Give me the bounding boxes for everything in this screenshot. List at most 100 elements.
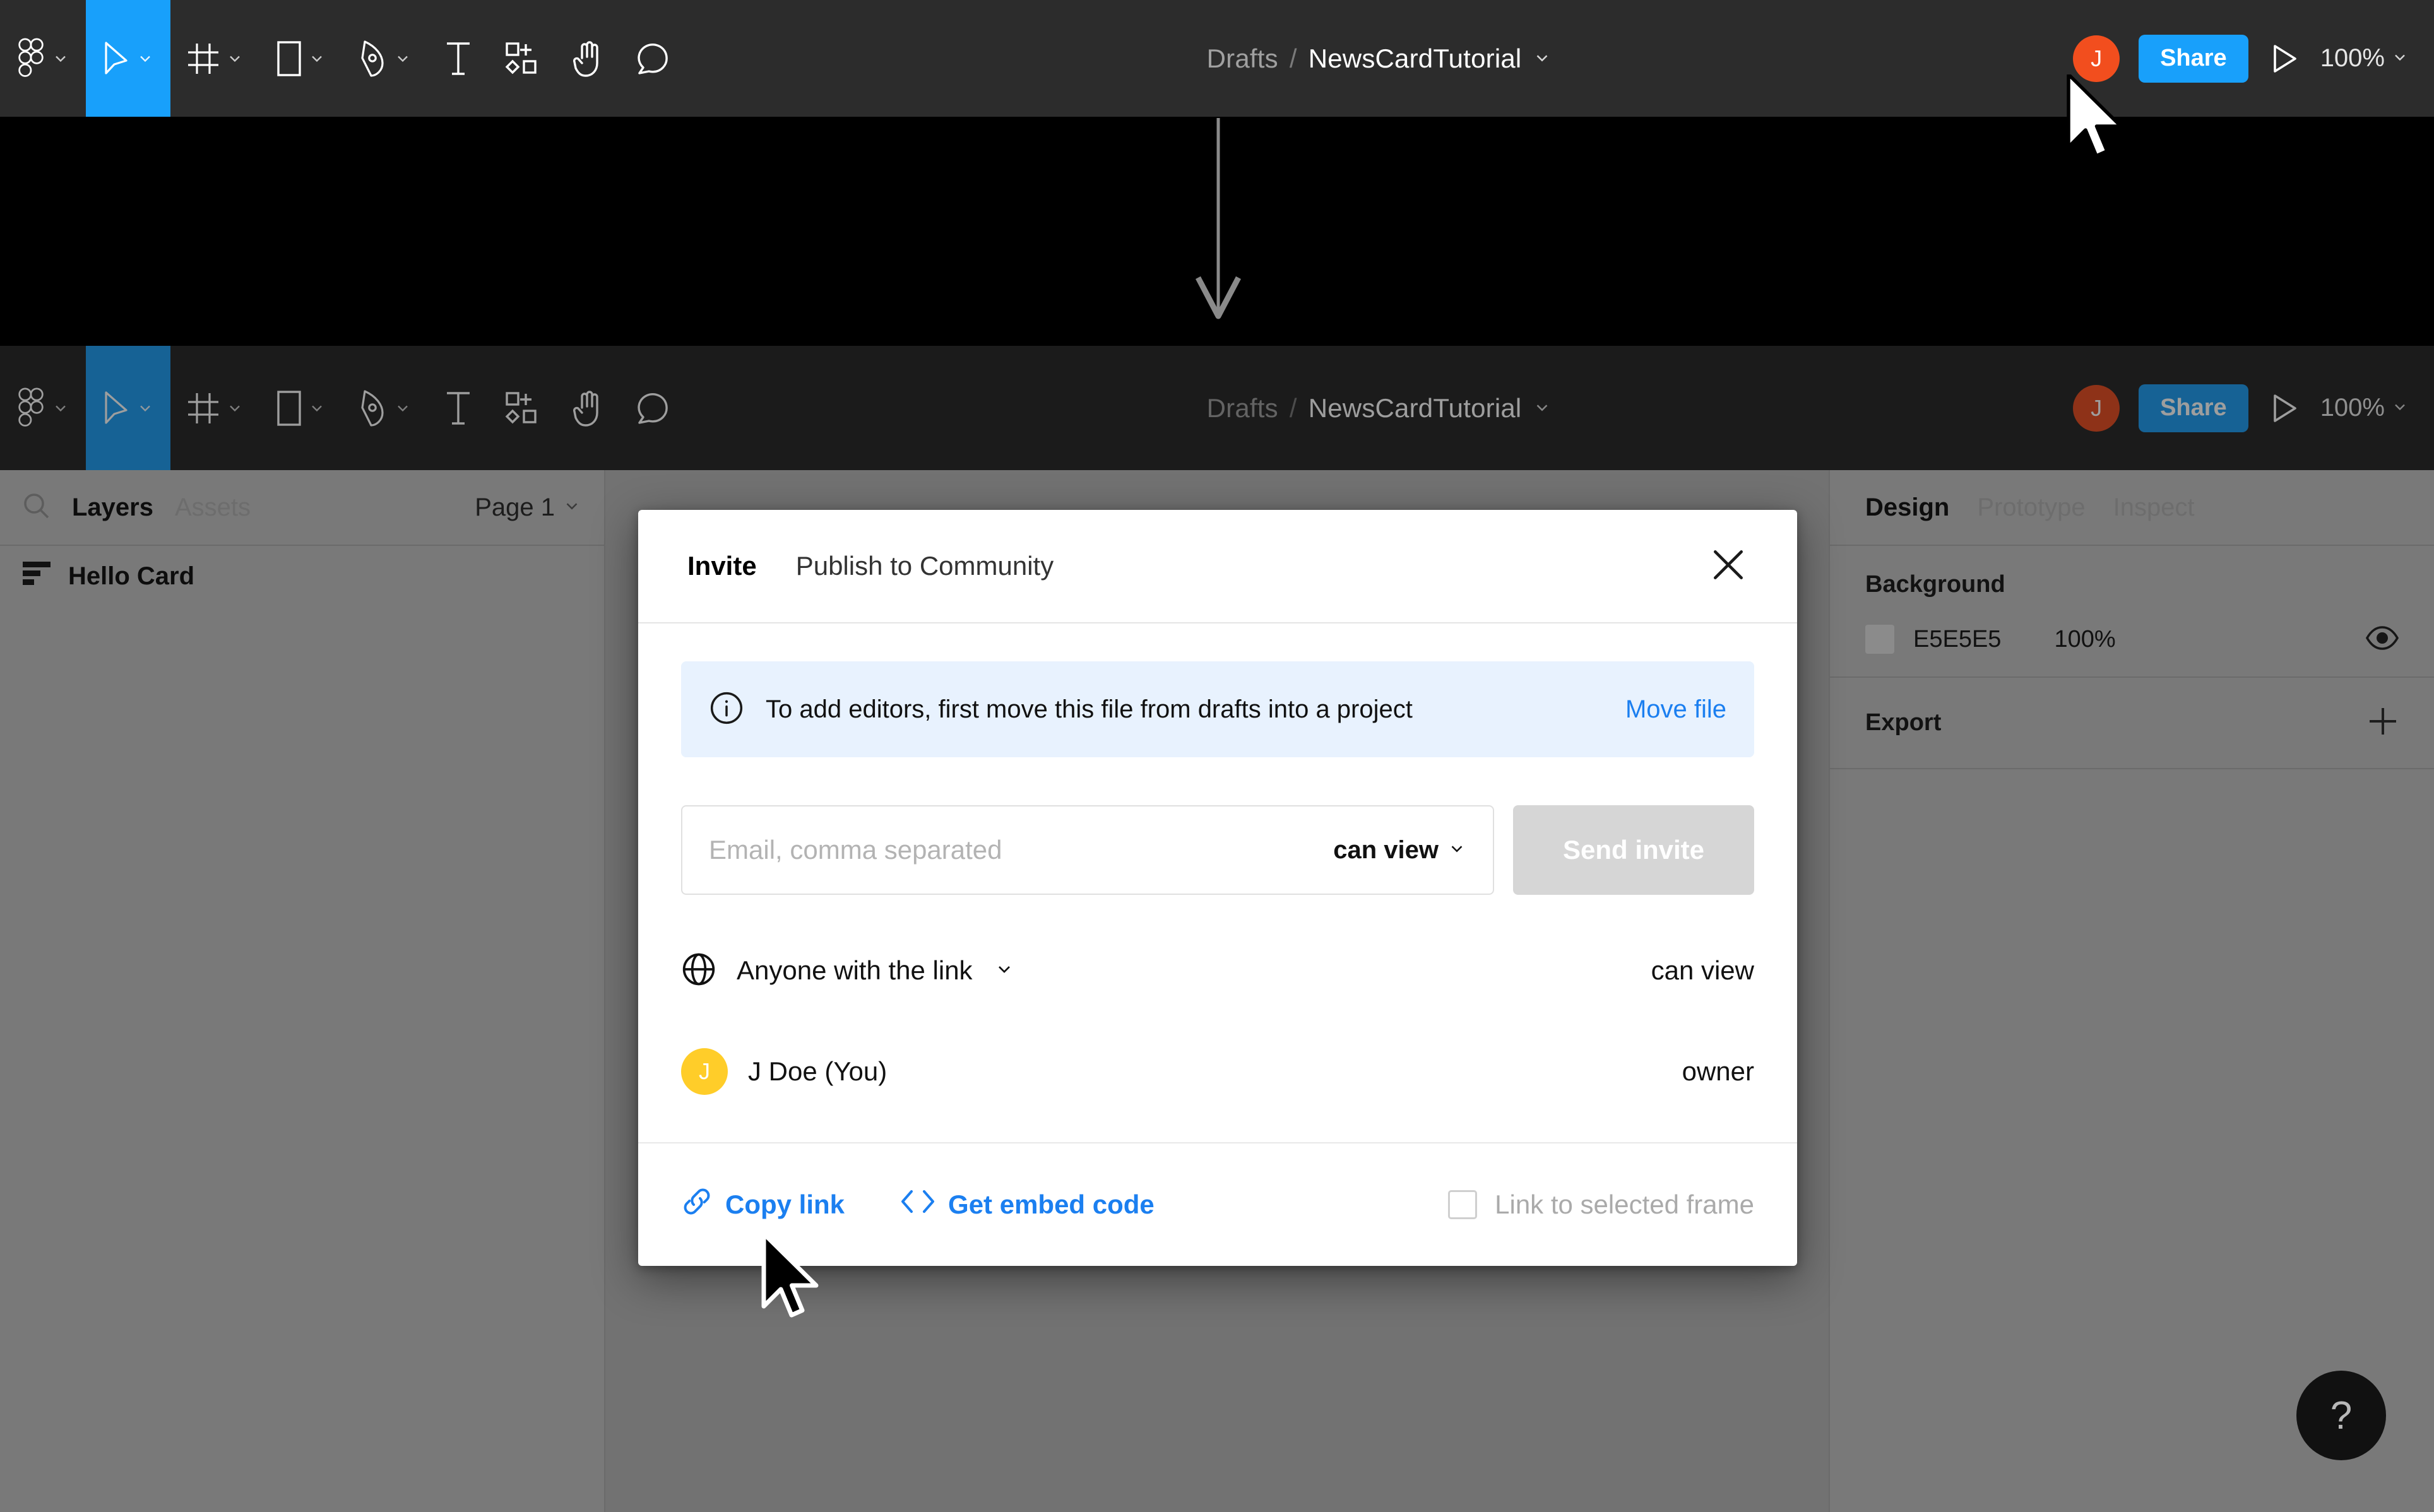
toolbar2-resources-button[interactable]	[489, 346, 555, 470]
share-button[interactable]: Share	[2139, 384, 2248, 432]
toolbar2-move-tool-button[interactable]	[86, 346, 170, 470]
toolbar2-frame-tool-button[interactable]	[170, 346, 260, 470]
present-play-icon[interactable]	[2267, 393, 2301, 423]
notice-text: To add editors, first move this file fro…	[766, 695, 1413, 723]
share-dialog-footer: Copy link Get embed code Link to selecte…	[638, 1142, 1797, 1266]
chevron-down-icon	[52, 50, 69, 68]
chevron-down-icon	[308, 399, 326, 417]
components-plugins-icon	[505, 391, 539, 425]
file-menu-chevron-down-icon[interactable]	[1533, 393, 1552, 423]
search-icon[interactable]	[23, 492, 50, 523]
text-tool-icon	[444, 41, 472, 76]
tab-publish-to-community[interactable]: Publish to Community	[796, 551, 1054, 581]
chevron-down-icon	[394, 50, 412, 68]
tab-invite[interactable]: Invite	[687, 551, 757, 581]
file-menu-chevron-down-icon[interactable]	[1533, 44, 1552, 74]
breadcrumb-project[interactable]: Drafts	[1207, 393, 1278, 423]
toolbar-resources-button[interactable]	[489, 0, 555, 117]
toolbar2-shape-tool-button[interactable]	[260, 346, 342, 470]
owner-permission-label: owner	[1682, 1056, 1754, 1086]
export-section: Export	[1830, 678, 2434, 769]
present-play-icon[interactable]	[2267, 44, 2301, 74]
toolbar-pen-tool-button[interactable]	[342, 0, 428, 117]
code-brackets-icon	[900, 1188, 935, 1222]
background-fill-row: E5E5E5 100%	[1865, 625, 2399, 654]
background-hex-value[interactable]: E5E5E5	[1913, 626, 2001, 653]
email-input-wrapper[interactable]: Email, comma separated can view	[681, 805, 1494, 895]
rectangle-shape-icon	[276, 390, 302, 427]
tab-prototype[interactable]: Prototype	[1977, 493, 2085, 522]
checkbox[interactable]	[1448, 1190, 1478, 1219]
link-access-label: Anyone with the link	[737, 955, 973, 985]
link-to-selected-frame-label: Link to selected frame	[1495, 1190, 1754, 1219]
breadcrumb-project[interactable]: Drafts	[1207, 44, 1278, 74]
right-panel-header: Design Prototype Inspect	[1830, 470, 2434, 546]
page-selector-label: Page 1	[475, 493, 555, 521]
toolbar-move-tool-button[interactable]	[86, 0, 170, 117]
copy-link-button[interactable]: Copy link	[681, 1186, 845, 1224]
tab-layers[interactable]: Layers	[72, 493, 153, 522]
invite-row: Email, comma separated can view Send inv…	[681, 805, 1754, 895]
access-row-link[interactable]: Anyone with the link can view	[681, 920, 1754, 1021]
info-icon	[709, 690, 744, 729]
add-export-plus-icon[interactable]	[2367, 706, 2399, 740]
chevron-down-icon	[136, 50, 154, 68]
tab-assets[interactable]: Assets	[175, 493, 251, 522]
figma-logo-icon	[16, 37, 45, 80]
list-item[interactable]: Hello Card	[0, 546, 604, 606]
send-invite-button[interactable]: Send invite	[1513, 805, 1754, 895]
move-tool-icon	[102, 40, 130, 77]
background-opacity-value[interactable]: 100%	[2054, 626, 2115, 653]
toolbar-shape-tool-button[interactable]	[260, 0, 342, 117]
right-panel: Design Prototype Inspect Background E5E5…	[1829, 470, 2434, 1512]
list-item-label: Hello Card	[68, 562, 195, 590]
get-embed-code-button[interactable]: Get embed code	[900, 1188, 1155, 1222]
move-file-link[interactable]: Move file	[1625, 695, 1726, 724]
zoom-control[interactable]: 100%	[2320, 394, 2409, 422]
tab-design[interactable]: Design	[1865, 493, 1949, 522]
breadcrumb-file-name[interactable]: NewsCardTutorial	[1309, 44, 1522, 74]
copy-link-label: Copy link	[725, 1190, 845, 1219]
toolbar2-actions: J Share 100%	[2073, 384, 2434, 432]
toolbar2-figma-logo-button[interactable]	[0, 346, 86, 470]
zoom-control[interactable]: 100%	[2320, 44, 2409, 73]
toolbar-figma-logo-button[interactable]	[0, 0, 86, 117]
zoom-level-value: 100%	[2320, 394, 2385, 422]
avatar[interactable]: J	[2073, 384, 2120, 432]
share-dialog-body: To add editors, first move this file fro…	[638, 623, 1797, 1122]
toolbar-hand-tool-button[interactable]	[555, 0, 620, 117]
help-button[interactable]: ?	[2296, 1371, 2386, 1460]
zoom-level-value: 100%	[2320, 44, 2385, 72]
frame-layer-icon	[23, 560, 50, 592]
share-dialog-header: Invite Publish to Community	[638, 510, 1797, 623]
toolbar2-comment-tool-button[interactable]	[620, 346, 686, 470]
toolbar2-text-tool-button[interactable]	[428, 346, 489, 470]
color-swatch[interactable]	[1865, 625, 1894, 654]
permission-select[interactable]: can view	[1333, 836, 1466, 865]
breadcrumb-file-name[interactable]: NewsCardTutorial	[1309, 393, 1522, 423]
frame-tool-icon	[187, 42, 220, 75]
toolbar-secondary-dimmed: Drafts / NewsCardTutorial J Share 100%	[0, 346, 2434, 470]
page-selector[interactable]: Page 1	[475, 493, 581, 522]
toolbar-comment-tool-button[interactable]	[620, 0, 686, 117]
close-icon[interactable]	[1709, 545, 1748, 588]
annotation-down-arrow-icon	[1196, 118, 1241, 319]
chevron-down-icon[interactable]	[994, 959, 1014, 983]
toolbar2-hand-tool-button[interactable]	[555, 346, 620, 470]
get-embed-code-label: Get embed code	[948, 1190, 1155, 1219]
pen-tool-icon	[359, 389, 388, 427]
tab-inspect[interactable]: Inspect	[2113, 493, 2195, 522]
chevron-down-icon	[394, 399, 412, 417]
share-button[interactable]: Share	[2139, 34, 2248, 83]
eye-visibility-icon[interactable]	[2365, 625, 2399, 654]
link-access-permission: can view	[1651, 955, 1754, 985]
toolbar2-pen-tool-button[interactable]	[342, 346, 428, 470]
chevron-down-icon	[226, 399, 244, 417]
chevron-down-icon	[136, 399, 154, 417]
hand-tool-icon	[572, 40, 603, 77]
figma-logo-icon	[16, 387, 45, 429]
avatar[interactable]: J	[2073, 35, 2120, 82]
toolbar-frame-tool-button[interactable]	[170, 0, 260, 117]
toolbar-text-tool-button[interactable]	[428, 0, 489, 117]
link-to-selected-frame-checkbox-row[interactable]: Link to selected frame	[1448, 1190, 1754, 1220]
